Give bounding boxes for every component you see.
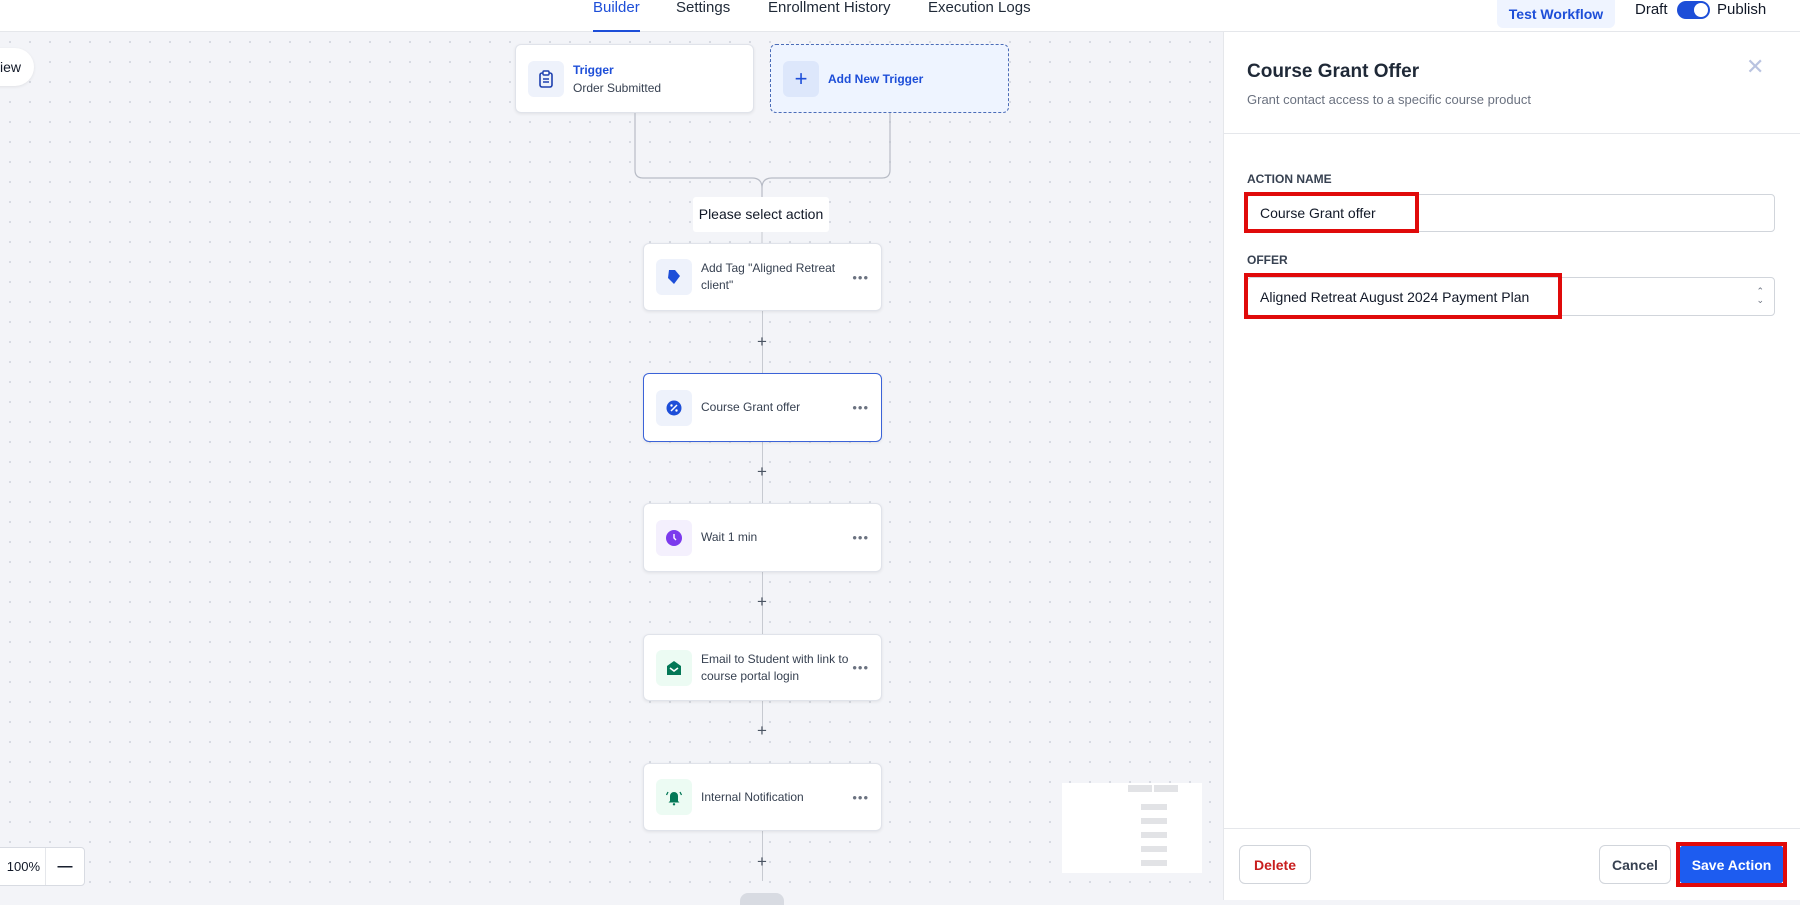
- action-label: Email to Student with link to course por…: [701, 651, 849, 683]
- publish-toggle[interactable]: [1677, 1, 1710, 19]
- action-settings-panel: Course Grant Offer Grant contact access …: [1223, 32, 1800, 900]
- tab-builder[interactable]: Builder: [593, 0, 640, 32]
- tab-settings[interactable]: Settings: [676, 0, 730, 32]
- add-step-button[interactable]: +: [755, 593, 769, 610]
- panel-title: Course Grant Offer: [1247, 61, 1420, 82]
- zoom-level: 100%: [0, 848, 46, 885]
- select-action-label[interactable]: Please select action: [693, 197, 829, 232]
- action-label: Course Grant offer: [701, 400, 801, 414]
- percent-badge-icon: [656, 389, 692, 426]
- more-options-icon[interactable]: •••: [852, 530, 869, 545]
- action-name-label: ACTION NAME: [1247, 172, 1332, 186]
- action-label: Wait 1 min: [701, 530, 758, 544]
- action-card-wait[interactable]: Wait 1 min •••: [643, 503, 882, 572]
- tab-execution-logs[interactable]: Execution Logs: [928, 0, 1031, 32]
- publish-label: Publish: [1717, 1, 1767, 18]
- draft-label: Draft: [1635, 1, 1668, 18]
- add-step-button[interactable]: +: [755, 333, 769, 350]
- minimap[interactable]: [1062, 783, 1202, 873]
- add-step-button[interactable]: +: [755, 463, 769, 480]
- offer-label: OFFER: [1247, 253, 1288, 267]
- offer-value: Aligned Retreat August 2024 Payment Plan: [1260, 288, 1530, 305]
- more-options-icon[interactable]: •••: [852, 270, 869, 285]
- action-card-course-grant[interactable]: Course Grant offer •••: [643, 373, 882, 442]
- divider: [1224, 133, 1800, 134]
- chevron-up-down-icon: ⌃ ⌄: [1756, 286, 1764, 305]
- close-icon[interactable]: ✕: [1746, 54, 1764, 80]
- action-label: Add Tag "Aligned Retreat client": [701, 261, 836, 292]
- action-label: Internal Notification: [701, 789, 804, 804]
- more-options-icon[interactable]: •••: [852, 660, 869, 675]
- divider: [1224, 828, 1800, 829]
- zoom-out-button[interactable]: —: [46, 848, 84, 885]
- action-card-add-tag[interactable]: Add Tag "Aligned Retreat client" •••: [643, 243, 882, 311]
- clock-icon: [656, 519, 692, 556]
- action-card-notification[interactable]: Internal Notification •••: [643, 763, 882, 831]
- offer-select[interactable]: Aligned Retreat August 2024 Payment Plan…: [1247, 277, 1775, 316]
- test-workflow-button[interactable]: Test Workflow: [1497, 0, 1615, 28]
- tag-icon: [656, 259, 692, 295]
- action-name-input[interactable]: Course Grant offer: [1247, 194, 1775, 232]
- save-action-button[interactable]: Save Action: [1679, 845, 1784, 884]
- panel-subtitle: Grant contact access to a specific cours…: [1247, 92, 1531, 107]
- bell-icon: [656, 779, 692, 815]
- more-options-icon[interactable]: •••: [852, 400, 869, 415]
- trigger-connector: [634, 113, 891, 243]
- top-bar: Builder Settings Enrollment History Exec…: [0, 0, 1800, 32]
- delete-button[interactable]: Delete: [1239, 845, 1311, 884]
- cancel-button[interactable]: Cancel: [1599, 845, 1671, 884]
- tab-enrollment-history[interactable]: Enrollment History: [768, 0, 891, 32]
- add-step-button[interactable]: +: [755, 853, 769, 870]
- email-icon: [656, 649, 692, 686]
- end-node[interactable]: [740, 893, 784, 905]
- action-card-email[interactable]: Email to Student with link to course por…: [643, 634, 882, 701]
- zoom-control: 100% —: [0, 847, 85, 886]
- workflow-canvas[interactable]: iew Trigger Order Submitted + Add New Tr…: [0, 32, 1223, 905]
- more-options-icon[interactable]: •••: [852, 790, 869, 805]
- add-step-button[interactable]: +: [755, 722, 769, 739]
